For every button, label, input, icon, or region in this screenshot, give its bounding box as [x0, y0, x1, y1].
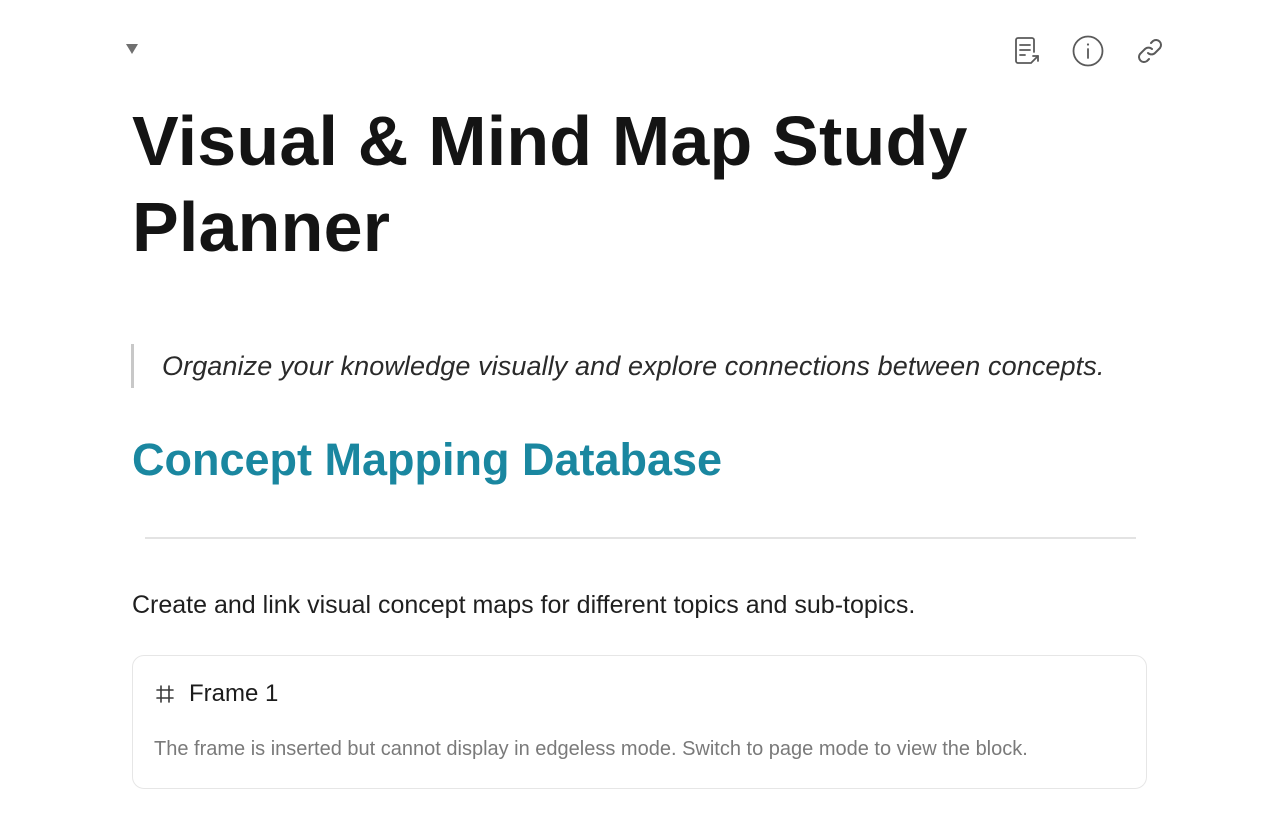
info-icon [1072, 35, 1104, 67]
frame-hash-icon [155, 684, 175, 704]
divider [145, 537, 1136, 539]
body-paragraph[interactable]: Create and link visual concept maps for … [132, 588, 915, 622]
copy-link-button[interactable] [1130, 31, 1170, 71]
quote-block[interactable]: Organize your knowledge visually and exp… [131, 344, 1104, 388]
frame-header: Frame 1 [155, 680, 278, 708]
header-toolbar [1006, 31, 1170, 71]
document-page: Visual & Mind Map Study Planner Organize… [0, 0, 1280, 816]
info-button[interactable] [1068, 31, 1108, 71]
collapse-toggle-icon[interactable] [121, 38, 143, 60]
page-export-icon [1015, 37, 1039, 64]
caret-down-icon [126, 44, 138, 54]
page-export-button[interactable] [1006, 31, 1046, 71]
link-icon [1138, 39, 1162, 63]
frame-block[interactable]: Frame 1 The frame is inserted but cannot… [132, 655, 1147, 789]
section-heading[interactable]: Concept Mapping Database [132, 430, 722, 490]
frame-note: The frame is inserted but cannot display… [154, 738, 1028, 760]
quote-text: Organize your knowledge visually and exp… [162, 350, 1105, 381]
page-title[interactable]: Visual & Mind Map Study Planner [132, 98, 1032, 270]
frame-title: Frame 1 [189, 680, 279, 707]
